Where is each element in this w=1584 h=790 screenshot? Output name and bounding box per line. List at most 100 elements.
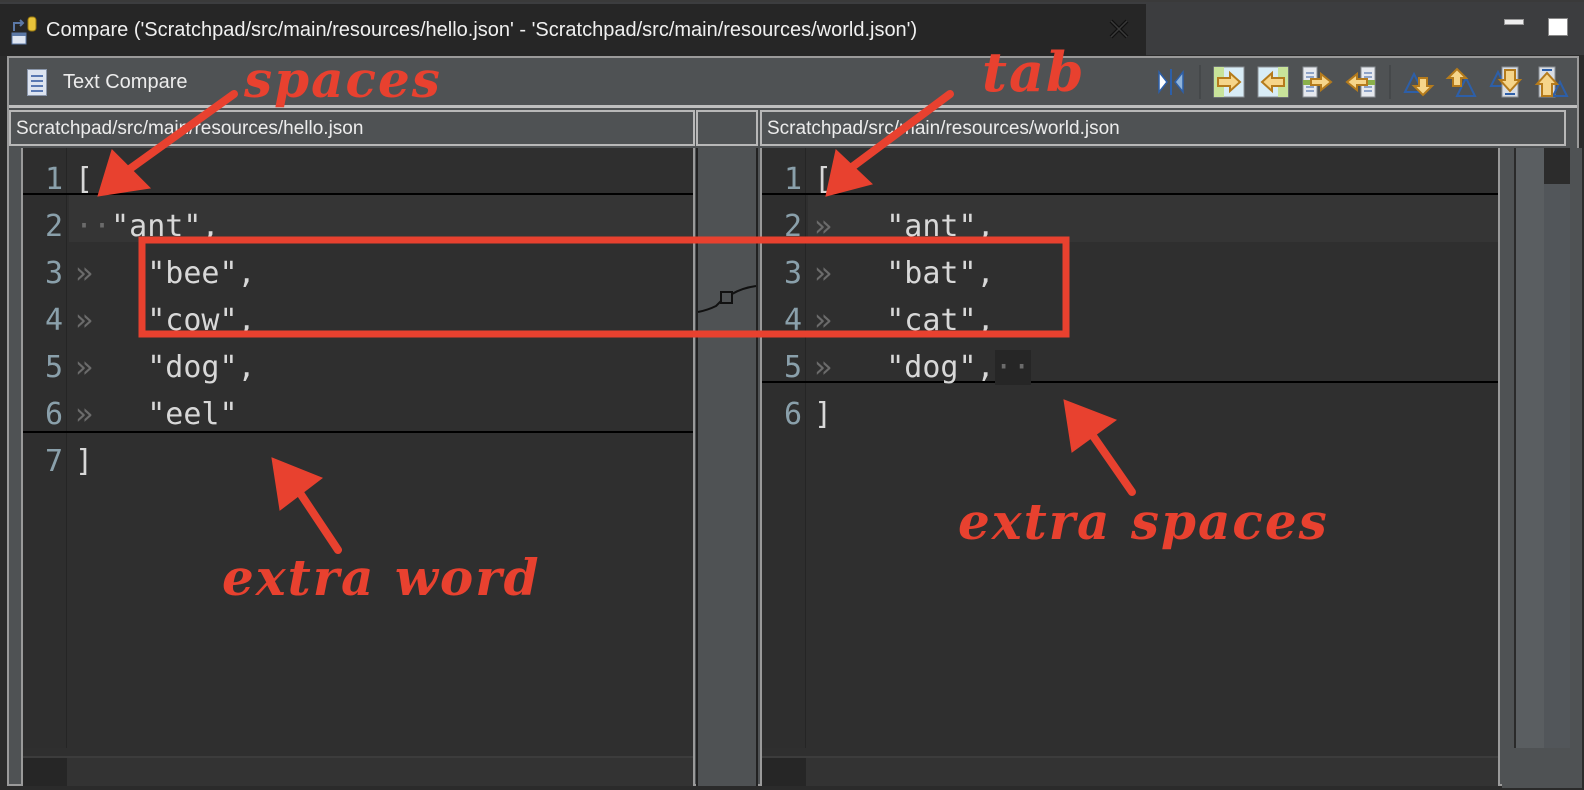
line-content: » "eel" [75,391,238,438]
connector-handle [720,291,733,304]
code-text: ] [814,397,833,432]
whitespace-marker: » [75,397,148,432]
code-text: "cat", [886,303,995,338]
code-line[interactable]: 2 » "ant", [762,203,1498,250]
copy-current-left-to-right-button[interactable] [1299,64,1335,100]
line-content: » "cow", [75,297,256,344]
copy-all-right-icon [1213,66,1245,98]
code-line[interactable]: 6 » "eel" [23,391,693,438]
code-text: "bat", [886,256,995,291]
toolbar-separator [1199,65,1201,99]
document-icon [27,69,47,96]
code-text: "dog", [886,350,995,385]
copy-all-left-icon [1257,66,1289,98]
line-content: » "dog",·· [814,344,1031,391]
left-editor[interactable]: 1[2 ··"ant", 3» "bee", 4» "cow", 5» "dog", 6»… [21,148,695,786]
diff-connector-strip [696,148,758,786]
annotation-extra-word: extra word [222,548,541,607]
line-number: 5 [44,350,63,385]
copy-current-right-to-left-button[interactable] [1343,64,1379,100]
next-difference-button[interactable] [1401,64,1437,100]
line-number: 4 [783,303,802,338]
vertical-scrollbar[interactable] [1514,148,1544,748]
overview-ruler[interactable] [1544,148,1570,748]
center-header [696,110,758,146]
previous-change-icon [1534,66,1569,98]
whitespace-marker: » [814,303,887,338]
code-text: "ant", [886,209,995,244]
code-text: [ [814,162,833,197]
annotation-extra-spaces: extra spaces [958,492,1329,551]
code-line[interactable]: 3 » "bat", [762,250,1498,297]
whitespace-marker: » [75,256,148,291]
whitespace-marker: » [814,209,887,244]
line-number: 2 [783,209,802,244]
copy-all-right-to-left-button[interactable] [1255,64,1291,100]
code-line[interactable]: 3 » "bee", [23,250,693,297]
minimize-icon[interactable] [1504,19,1524,25]
code-text: "dog", [147,350,256,385]
line-number: 2 [44,209,63,244]
next-difference-icon [1403,71,1435,97]
whitespace-marker: » [75,350,148,385]
overview-ruler-mark[interactable] [1544,148,1570,184]
code-text: "ant", [111,209,220,244]
compare-frame: Text Compare Scratchpad/src/main/resourc… [7,56,1582,788]
whitespace-marker: ·· [75,209,112,244]
right-horizontal-scrollbar[interactable] [762,756,1498,786]
code-line[interactable]: 5 » "dog", [23,344,693,391]
line-number: 3 [44,256,63,291]
code-text: [ [75,162,94,197]
left-horizontal-scrollbar[interactable] [23,756,693,786]
toolbar-separator [1389,65,1391,99]
trailing-whitespace-marker: ·· [994,350,1031,385]
code-line[interactable]: 4 » "cow", [23,297,693,344]
next-change-button[interactable] [1489,64,1525,100]
previous-change-button[interactable] [1533,64,1569,100]
left-file-header: Scratchpad/src/main/resources/hello.json [9,110,695,146]
ignore-whitespace-button[interactable] [1153,64,1189,100]
whitespace-marker: » [814,350,887,385]
line-content: » "cat", [814,297,995,344]
line-number: 1 [44,162,63,197]
line-content: ] [814,391,832,438]
copy-all-left-to-right-button[interactable] [1211,64,1247,100]
editor-tab-title: Compare ('Scratchpad/src/main/resources/… [46,18,918,41]
vertical-scrollbar-area [1502,148,1582,788]
annotation-spaces: spaces [244,50,442,109]
line-number: 6 [783,397,802,432]
close-icon[interactable] [1108,18,1130,40]
diff-connector-line [697,285,757,313]
line-number: 1 [783,162,802,197]
line-content: [ [75,156,93,203]
line-number: 3 [783,256,802,291]
code-text: "cow", [147,303,256,338]
right-editor[interactable]: 1[2» "ant", 3» "bat", 4» "cat", 5» "dog",··… [760,148,1500,786]
line-number: 5 [783,350,802,385]
code-line[interactable]: 1[ [762,156,1498,203]
previous-difference-button[interactable] [1445,64,1481,100]
ignore-whitespace-icon [1158,69,1184,95]
compare-editor-tab[interactable]: Compare ('Scratchpad/src/main/resources/… [0,4,1146,56]
line-content: ··"ant", [75,203,220,250]
compare-icon [10,15,38,45]
line-number: 4 [44,303,63,338]
line-content: » "dog", [75,344,256,391]
code-line[interactable]: 7] [23,438,693,485]
code-text: "eel" [147,397,238,432]
code-line[interactable]: 5 » "dog",·· [762,344,1498,391]
line-content: » "ant", [814,203,995,250]
previous-difference-icon [1445,67,1477,97]
line-number: 7 [44,444,63,479]
line-content: » "bat", [814,250,995,297]
code-line[interactable]: 2 ··"ant", [23,203,693,250]
annotation-tab: tab [982,40,1086,104]
whitespace-marker: » [814,256,887,291]
copy-change-left-icon [1345,66,1376,98]
code-text: ] [75,444,94,479]
code-line[interactable]: 6] [762,391,1498,438]
maximize-icon[interactable] [1548,18,1568,36]
code-line[interactable]: 1[ [23,156,693,203]
code-line[interactable]: 4 » "cat", [762,297,1498,344]
next-change-icon [1489,66,1523,98]
